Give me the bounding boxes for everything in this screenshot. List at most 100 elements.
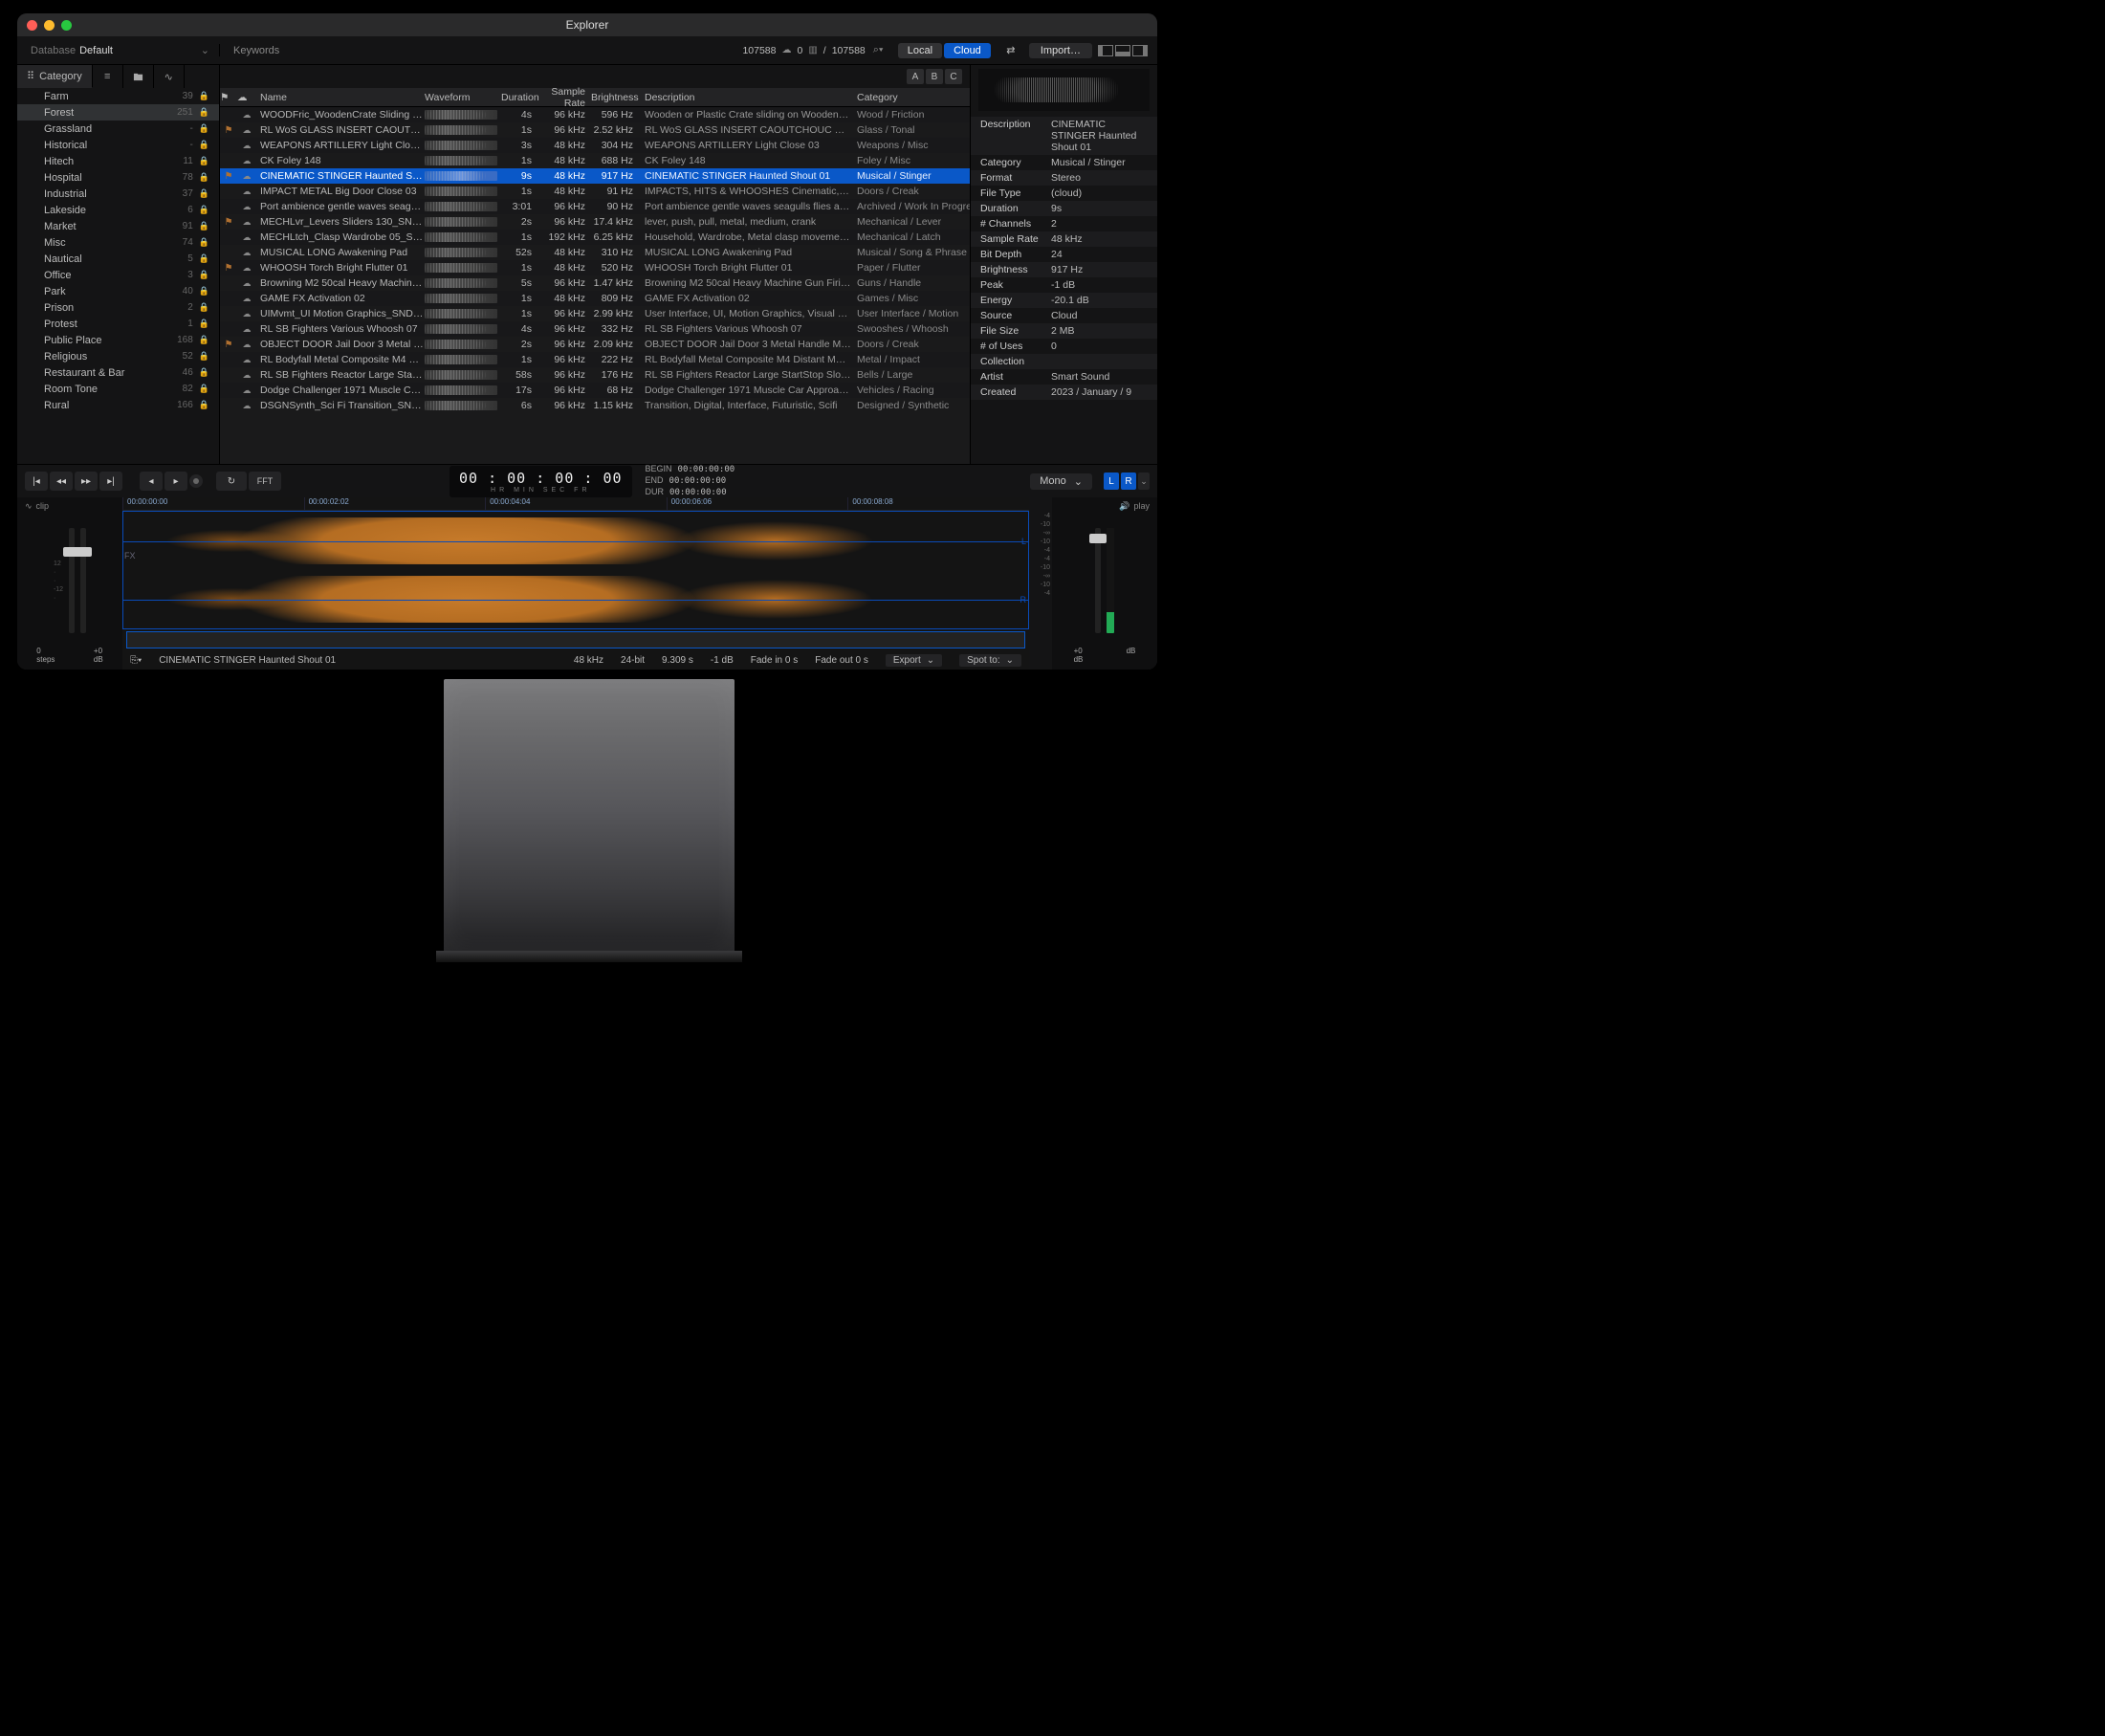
category-row[interactable]: Market91🔒 [17, 218, 219, 234]
category-row[interactable]: Park40🔒 [17, 283, 219, 299]
flag-icon[interactable]: ⚑ [220, 125, 237, 136]
category-row[interactable]: Hospital78🔒 [17, 169, 219, 186]
flag-icon[interactable]: ⚑ [220, 340, 237, 350]
col-name[interactable]: Name [256, 92, 425, 103]
tab-folder[interactable] [123, 65, 154, 88]
table-row[interactable]: ☁GAME FX Activation 021s48 kHz809 HzGAME… [220, 291, 970, 306]
category-row[interactable]: Rural166🔒 [17, 397, 219, 413]
category-row[interactable]: Office3🔒 [17, 267, 219, 283]
reverse-play-button[interactable]: ◂ [140, 472, 163, 491]
tab-list[interactable]: ≡ [93, 65, 123, 88]
left-channel-button[interactable]: L [1104, 472, 1119, 490]
right-channel-button[interactable]: R [1121, 472, 1136, 490]
import-button[interactable]: Import… [1029, 43, 1092, 58]
category-row[interactable]: Hitech11🔒 [17, 153, 219, 169]
category-row[interactable]: Lakeside6🔒 [17, 202, 219, 218]
col-samplerate[interactable]: Sample Rate [537, 86, 591, 109]
table-row[interactable]: ⚑☁MECHLvr_Levers Sliders 130_SNDBTS_BS.2… [220, 214, 970, 230]
row-description: Port ambience gentle waves seagulls flie… [639, 201, 851, 212]
category-row[interactable]: Public Place168🔒 [17, 332, 219, 348]
table-row[interactable]: ☁Dodge Challenger 1971 Muscle Car Appro1… [220, 383, 970, 398]
abc-a-button[interactable]: A [907, 69, 924, 84]
tag-icon[interactable]: ⎘▾ [130, 655, 142, 666]
spot-to-dropdown[interactable]: Spot to:⌄ [959, 654, 1021, 667]
category-row[interactable]: Protest1🔒 [17, 316, 219, 332]
tab-waveform[interactable]: ∿ [154, 65, 185, 88]
abc-b-button[interactable]: B [926, 69, 943, 84]
col-cloud-icon[interactable]: ☁ [237, 92, 256, 103]
category-row[interactable]: Room Tone82🔒 [17, 381, 219, 397]
record-button[interactable] [189, 474, 203, 488]
category-row[interactable]: Restaurant & Bar46🔒 [17, 364, 219, 381]
waveform-view[interactable]: 00:00:00:0000:00:02:0200:00:04:0400:00:0… [122, 497, 1029, 670]
table-row[interactable]: ☁WOODFric_WoodenCrate Sliding on Parque4… [220, 107, 970, 122]
category-row[interactable]: Grassland-🔒 [17, 121, 219, 137]
lock-icon: 🔒 [199, 367, 209, 378]
meta-key: Created [980, 386, 1051, 398]
category-row[interactable]: Religious52🔒 [17, 348, 219, 364]
lr-more-button[interactable]: ⌄ [1138, 472, 1150, 490]
table-row[interactable]: ☁CK Foley 1481s48 kHz688 HzCK Foley 148F… [220, 153, 970, 168]
category-row[interactable]: Prison2🔒 [17, 299, 219, 316]
col-brightness[interactable]: Brightness [591, 92, 639, 103]
rewind-button[interactable]: ◂◂ [50, 472, 73, 491]
layout-left-panel-button[interactable] [1098, 45, 1113, 56]
clip-gain-fader[interactable] [80, 528, 86, 633]
col-duration[interactable]: Duration [501, 92, 537, 103]
abc-c-button[interactable]: C [945, 69, 962, 84]
shuffle-icon[interactable]: ⇄ [998, 44, 1023, 56]
table-row[interactable]: ⚑☁RL WoS GLASS INSERT CAOUTCHOUC PL1s96 … [220, 122, 970, 138]
col-category[interactable]: Category [851, 92, 970, 103]
local-toggle[interactable]: Local [898, 43, 942, 58]
fastfwd-button[interactable]: ▸▸ [75, 472, 98, 491]
fft-button[interactable]: FFT [249, 472, 281, 491]
table-row[interactable]: ⚑☁OBJECT DOOR Jail Door 3 Metal Handle M… [220, 337, 970, 352]
table-row[interactable]: ⚑☁CINEMATIC STINGER Haunted Shout 019s48… [220, 168, 970, 184]
play-gain-fader[interactable] [1095, 528, 1101, 633]
tab-category[interactable]: ⠿ Category [17, 65, 93, 88]
loop-button[interactable]: ↻ [216, 472, 247, 491]
table-row[interactable]: ☁WEAPONS ARTILLERY Light Close 033s48 kH… [220, 138, 970, 153]
play-button[interactable]: ▸ [164, 472, 187, 491]
table-row[interactable]: ☁RL SB Fighters Reactor Large StartStop … [220, 367, 970, 383]
pitch-fader[interactable] [69, 528, 75, 633]
category-row[interactable]: Farm39🔒 [17, 88, 219, 104]
database-selector[interactable]: Database Default ⌄ [17, 44, 220, 56]
category-row[interactable]: Misc74🔒 [17, 234, 219, 251]
row-brightness: 809 Hz [591, 293, 639, 304]
layout-bottom-panel-button[interactable] [1115, 45, 1130, 56]
channel-mode-select[interactable]: Mono⌄ [1030, 473, 1092, 490]
table-row[interactable]: ☁UIMvmt_UI Motion Graphics_SNDBTS_CSF1s9… [220, 306, 970, 321]
table-row[interactable]: ☁MUSICAL LONG Awakening Pad52s48 kHz310 … [220, 245, 970, 260]
category-row[interactable]: Nautical5🔒 [17, 251, 219, 267]
col-description[interactable]: Description [639, 92, 851, 103]
category-list[interactable]: Farm39🔒Forest251🔒Grassland-🔒Historical-🔒… [17, 88, 219, 464]
table-row[interactable]: ☁Port ambience gentle waves seagulls fli… [220, 199, 970, 214]
table-row[interactable]: ☁RL SB Fighters Various Whoosh 074s96 kH… [220, 321, 970, 337]
search-icon[interactable]: ⌕▾ [873, 44, 892, 56]
skip-end-button[interactable]: ▸| [99, 472, 122, 491]
time-ruler[interactable]: 00:00:00:0000:00:02:0200:00:04:0400:00:0… [122, 497, 1029, 511]
category-row[interactable]: Historical-🔒 [17, 137, 219, 153]
col-flag-icon[interactable]: ⚑ [220, 92, 237, 103]
category-row[interactable]: Forest251🔒 [17, 104, 219, 121]
skip-start-button[interactable]: |◂ [25, 472, 48, 491]
category-row[interactable]: Industrial37🔒 [17, 186, 219, 202]
flag-icon[interactable]: ⚑ [220, 263, 237, 274]
waveform-minimap[interactable] [126, 631, 1025, 648]
waveform-channels[interactable]: L R [122, 511, 1029, 629]
table-row[interactable]: ☁DSGNSynth_Sci Fi Transition_SNDBTS_JFS6… [220, 398, 970, 413]
results-rows[interactable]: ☁WOODFric_WoodenCrate Sliding on Parque4… [220, 107, 970, 464]
table-row[interactable]: ⚑☁WHOOSH Torch Bright Flutter 011s48 kHz… [220, 260, 970, 275]
export-dropdown[interactable]: Export⌄ [886, 654, 942, 667]
table-row[interactable]: ☁RL Bodyfall Metal Composite M4 Distant … [220, 352, 970, 367]
keywords-field[interactable]: Keywords [233, 45, 742, 56]
flag-icon[interactable]: ⚑ [220, 217, 237, 228]
table-row[interactable]: ☁Browning M2 50cal Heavy Machine Gun Fi5… [220, 275, 970, 291]
layout-right-panel-button[interactable] [1132, 45, 1148, 56]
col-waveform[interactable]: Waveform [425, 92, 501, 103]
table-row[interactable]: ☁MECHLtch_Clasp Wardrobe 05_SNDBTS_A1s19… [220, 230, 970, 245]
cloud-toggle[interactable]: Cloud [944, 43, 991, 58]
table-row[interactable]: ☁IMPACT METAL Big Door Close 031s48 kHz9… [220, 184, 970, 199]
flag-icon[interactable]: ⚑ [220, 171, 237, 182]
